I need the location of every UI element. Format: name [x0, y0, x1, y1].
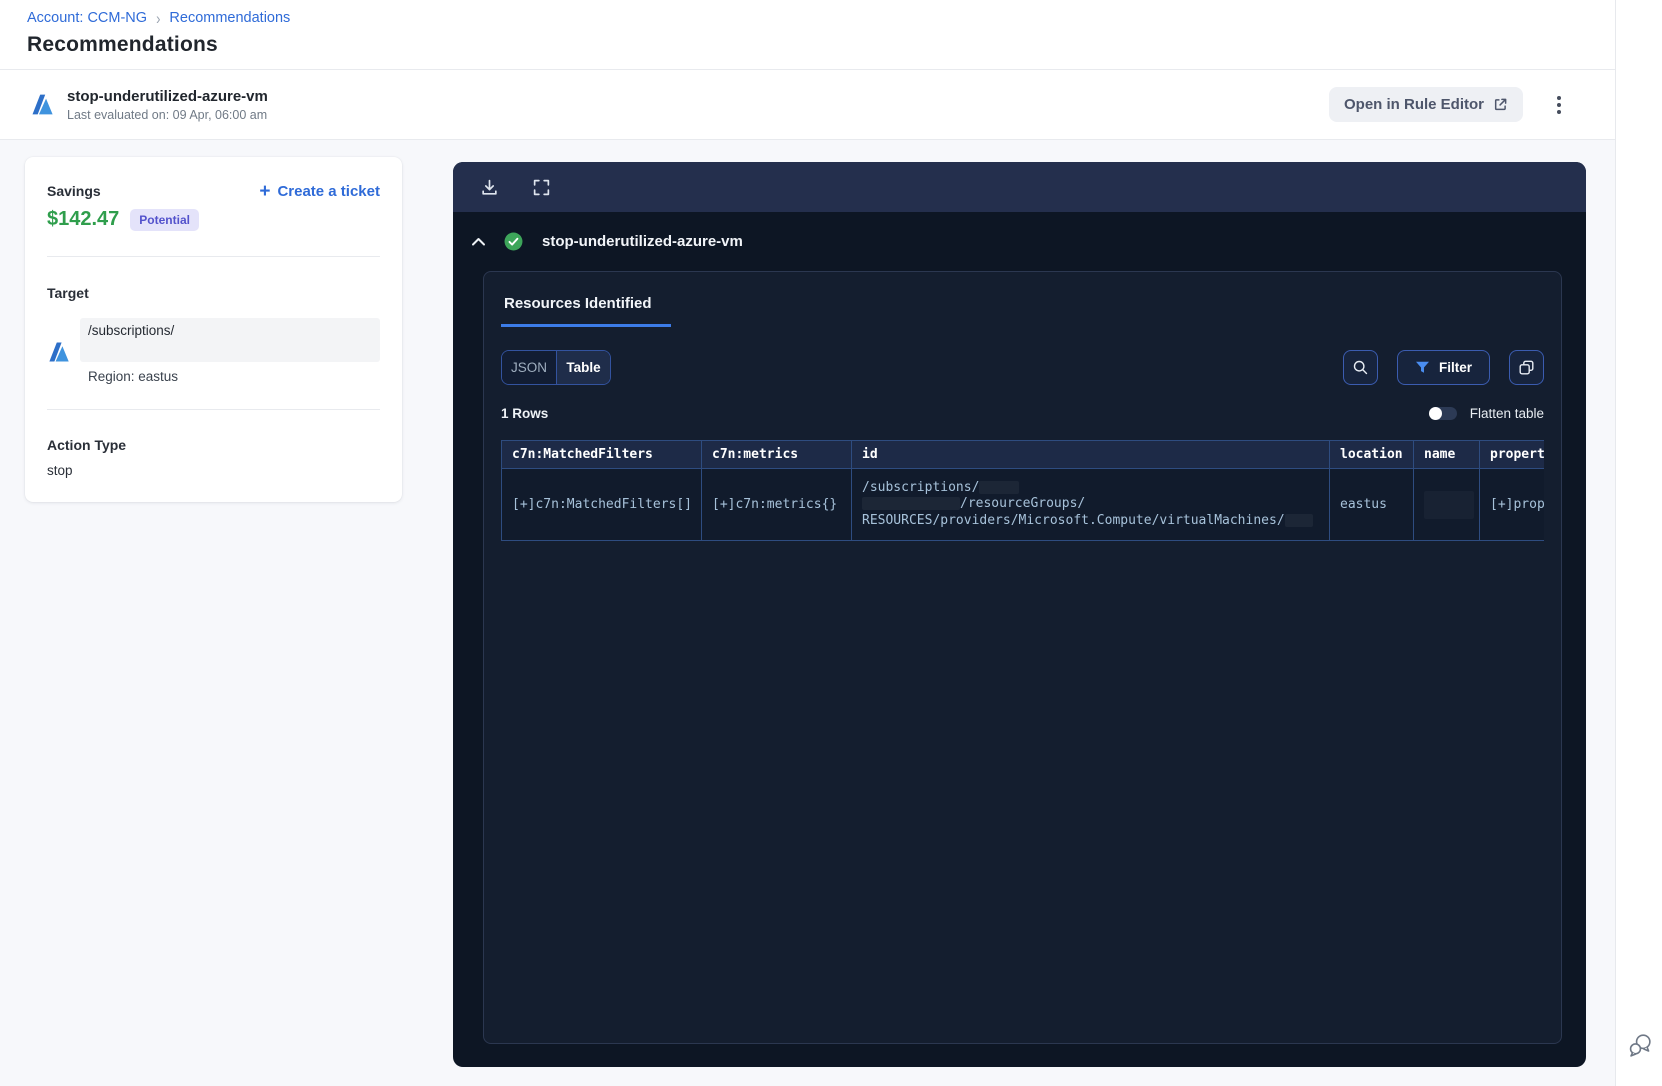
breadcrumb-separator-icon: ›: [156, 8, 161, 28]
savings-card: Savings + Create a ticket $142.47 Potent…: [25, 157, 402, 502]
cell-metrics-expander[interactable]: [+]c7n:metrics{}: [701, 468, 852, 541]
savings-amount: $142.47: [47, 208, 120, 230]
cell-id: /subscriptions/ /resourceGroups/ RESOURC…: [851, 468, 1330, 541]
rows-info: 1 Rows Flatten table: [501, 406, 1544, 421]
external-link-icon: [1493, 97, 1508, 112]
download-icon: [480, 178, 499, 197]
flatten-table-toggle[interactable]: [1428, 407, 1457, 420]
rule-header-actions: Open in Rule Editor: [1328, 87, 1565, 122]
breadcrumb-account-link[interactable]: Account: CCM-NG: [27, 10, 147, 26]
column-header-name: name: [1413, 440, 1480, 469]
cell-properties-expander[interactable]: [+]properties{}: [1479, 468, 1544, 541]
table-controls: JSON Table Filter: [501, 350, 1544, 385]
download-button[interactable]: [478, 176, 501, 199]
kebab-menu-button[interactable]: [1553, 92, 1565, 118]
rule-header: stop-underutilized-azure-vm Last evaluat…: [0, 70, 1615, 140]
copy-icon: [1518, 359, 1535, 376]
column-header-location: location: [1329, 440, 1414, 469]
rows-count: 1 Rows: [501, 406, 549, 421]
main-content: Account: CCM-NG › Recommendations Recomm…: [0, 0, 1615, 1086]
plus-icon: +: [259, 180, 271, 202]
target-path: /subscriptions/: [88, 323, 175, 338]
potential-badge: Potential: [130, 208, 199, 231]
flatten-table-label: Flatten table: [1469, 406, 1544, 421]
azure-icon: [30, 92, 55, 117]
results-panel: stop-underutilized-azure-vm Resources Id…: [453, 162, 1586, 1067]
cell-matched-filters-expander[interactable]: [+]c7n:MatchedFilters[]: [501, 468, 702, 541]
redacted-block: [862, 497, 960, 511]
panel-rule-row: stop-underutilized-azure-vm: [453, 212, 1586, 271]
search-button[interactable]: [1342, 350, 1378, 385]
right-rail: [1615, 0, 1662, 1086]
redacted-block: [1424, 490, 1474, 519]
redacted-block: [1284, 513, 1313, 527]
divider: [47, 409, 380, 410]
cell-name: [1413, 468, 1480, 541]
target-region: Region: eastus: [88, 369, 179, 384]
results-table-wrap: c7n:MatchedFilters c7n:metrics id locati…: [501, 440, 1544, 541]
divider: [47, 256, 380, 257]
tab-resources-identified[interactable]: Resources Identified: [501, 289, 671, 327]
breadcrumb: Account: CCM-NG › Recommendations: [27, 8, 1615, 28]
target-azure-icon: [47, 340, 71, 364]
action-type-value: stop: [47, 463, 73, 478]
table-header-row: c7n:MatchedFilters c7n:metrics id locati…: [501, 440, 1544, 469]
filter-button[interactable]: Filter: [1396, 350, 1490, 385]
view-option-json[interactable]: JSON: [502, 351, 556, 384]
body-area: Savings + Create a ticket $142.47 Potent…: [0, 140, 1615, 1067]
id-line-2: /resourceGroups/: [960, 496, 1086, 512]
chat-support-icon[interactable]: [1625, 1030, 1655, 1060]
id-line-1: /subscriptions/: [862, 479, 980, 495]
collapse-button[interactable]: [468, 233, 489, 250]
view-toggle: JSON Table: [501, 350, 611, 385]
open-in-rule-editor-label: Open in Rule Editor: [1343, 96, 1484, 113]
breadcrumb-page-link[interactable]: Recommendations: [169, 10, 290, 26]
filter-icon: [1415, 361, 1430, 374]
recommendations-page: Account: CCM-NG › Recommendations Recomm…: [0, 0, 1662, 1086]
page-title: Recommendations: [27, 33, 218, 56]
action-type-label: Action Type: [47, 437, 127, 453]
chevron-up-icon: [471, 236, 486, 247]
fullscreen-button[interactable]: [530, 176, 553, 199]
rule-name: stop-underutilized-azure-vm: [67, 87, 268, 105]
column-header-matched-filters: c7n:MatchedFilters: [501, 440, 702, 469]
savings-label: Savings: [47, 183, 101, 199]
view-option-table[interactable]: Table: [556, 351, 610, 384]
filter-label: Filter: [1438, 360, 1472, 375]
redacted-block: [979, 480, 1020, 494]
panel-rule-name: stop-underutilized-azure-vm: [542, 233, 743, 250]
success-check-icon: [504, 232, 523, 251]
target-block: /subscriptions/ Region: eastus: [47, 318, 380, 384]
search-icon: [1352, 359, 1369, 376]
create-ticket-label: Create a ticket: [277, 183, 380, 200]
id-line-3: RESOURCES/providers/Microsoft.Compute/vi…: [862, 512, 1285, 528]
rule-last-evaluated: Last evaluated on: 09 Apr, 06:00 am: [67, 107, 268, 122]
panel-toolbar: [453, 162, 1586, 212]
results-table: c7n:MatchedFilters c7n:metrics id locati…: [501, 440, 1544, 541]
rule-header-left: stop-underutilized-azure-vm Last evaluat…: [30, 88, 268, 122]
column-header-metrics: c7n:metrics: [701, 440, 852, 469]
target-path-redacted: /subscriptions/: [80, 318, 380, 362]
table-row: [+]c7n:MatchedFilters[] [+]c7n:metrics{}…: [501, 468, 1544, 541]
column-header-properties: properties: [1479, 440, 1544, 469]
open-in-rule-editor-button[interactable]: Open in Rule Editor: [1328, 87, 1523, 122]
target-label: Target: [47, 285, 89, 301]
column-header-id: id: [851, 440, 1330, 469]
fullscreen-icon: [532, 178, 551, 197]
resources-container: Resources Identified JSON Table Filter 1…: [483, 271, 1562, 1044]
copy-button[interactable]: [1509, 350, 1544, 385]
cell-location: eastus: [1329, 468, 1414, 541]
page-header: Account: CCM-NG › Recommendations Recomm…: [0, 0, 1615, 70]
rule-title-block: stop-underutilized-azure-vm Last evaluat…: [67, 88, 268, 122]
create-ticket-link[interactable]: + Create a ticket: [259, 180, 380, 202]
